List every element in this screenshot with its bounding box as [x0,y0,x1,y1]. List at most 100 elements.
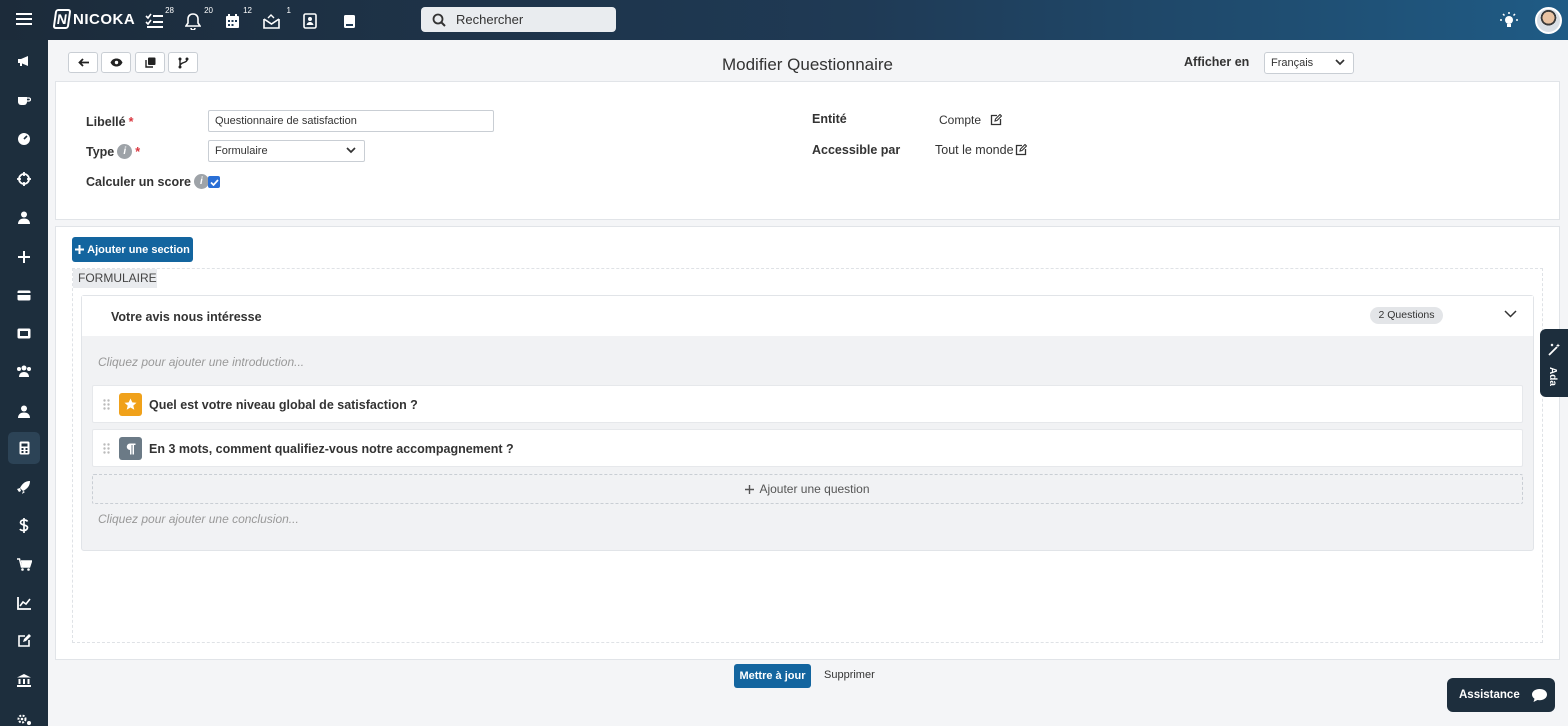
mail-icon[interactable]: 1 [260,6,291,32]
entity-value-group: Compte [939,113,1003,127]
label-field-text: Libellé [86,115,126,129]
drag-handle-icon[interactable] [103,443,110,454]
update-button[interactable]: Mettre à jour [734,664,811,688]
info-icon[interactable]: i [193,174,209,189]
check-icon [209,178,219,186]
duplicate-button[interactable] [135,52,165,73]
entity-label: Entité [812,112,847,126]
question-row[interactable]: Quel est votre niveau global de satisfac… [92,385,1523,423]
crosshair-icon[interactable] [8,163,40,195]
contacts-book-icon[interactable] [299,10,321,32]
label-field-label: Libellé * [86,115,133,129]
edit-icon[interactable] [990,114,1003,126]
chart-icon[interactable] [8,587,40,619]
plus-icon [745,484,755,494]
tasks-badge: 28 [165,6,174,15]
arrow-left-icon [77,58,89,67]
ada-label: Ada [1547,367,1558,386]
notebook-icon[interactable] [338,10,360,32]
search-icon [432,13,446,27]
add-question-button[interactable]: Ajouter une question [92,474,1523,504]
brand-logo[interactable]: N NICOKA [52,9,136,29]
chevron-down-icon [346,147,356,154]
user-icon[interactable] [8,201,40,233]
language-select[interactable]: Français [1264,52,1354,74]
ada-assistant-tab[interactable]: Ada [1540,329,1568,397]
bank-icon[interactable] [8,664,40,696]
coffee-cup-icon[interactable] [8,85,40,117]
label-input[interactable]: Questionnaire de satisfaction [208,110,494,132]
theme-lightbulb-icon[interactable] [1498,10,1520,32]
preview-button[interactable] [101,52,131,73]
code-branch-icon [178,57,188,68]
plus-icon [75,245,85,254]
edit-icon[interactable] [8,625,40,657]
access-value-group: Tout le monde [935,143,1027,157]
user-tie-icon[interactable] [8,395,40,427]
chat-bubble-icon [1531,688,1547,702]
star-icon [119,393,142,416]
section-title[interactable]: Votre avis nous intéresse [111,310,262,324]
inbox-badge: 1 [286,6,291,15]
back-button[interactable] [68,52,98,73]
access-value: Tout le monde [935,143,1014,157]
rocket-icon[interactable] [8,471,40,503]
section-header[interactable] [82,296,1533,336]
branch-button[interactable] [168,52,198,73]
bell-icon[interactable]: 20 [182,6,213,32]
access-label: Accessible par [812,143,901,157]
question-text: Quel est votre niveau global de satisfac… [149,398,418,412]
score-field-text: Calculer un score [86,174,191,189]
drag-handle-icon[interactable] [103,399,110,410]
chevron-down-icon [1335,59,1345,66]
type-select[interactable]: Formulaire [208,140,365,162]
assistance-label: Assistance [1459,689,1520,701]
score-field-label: Calculer un score i [86,174,209,189]
ticket-icon[interactable] [8,317,40,349]
chevron-down-icon[interactable] [1504,310,1517,318]
credit-card-icon[interactable] [8,279,40,311]
megaphone-icon[interactable] [8,45,40,77]
settings-gears-icon[interactable] [8,703,40,726]
brand-name: NICOKA [73,10,136,28]
add-section-button[interactable]: Ajouter une section [72,237,193,262]
shopping-cart-icon[interactable] [8,548,40,580]
magic-wand-icon [1548,343,1560,356]
tasks-icon[interactable]: 28 [143,6,174,32]
page-title: Modifier Questionnaire [721,55,894,74]
type-field-label: Type i * [86,144,140,159]
section-conclusion-placeholder[interactable]: Cliquez pour ajouter une conclusion... [98,512,299,526]
calendar-badge: 12 [243,6,252,15]
search-bar[interactable] [421,7,616,32]
info-icon[interactable]: i [117,144,133,159]
display-language-label: Afficher en [1184,55,1250,69]
dollar-icon[interactable] [8,509,40,541]
search-input[interactable] [456,12,596,27]
type-field-text: Type [86,144,115,159]
calendar-icon[interactable]: 12 [221,6,252,32]
question-count-badge: 2 Questions [1370,307,1443,324]
edit-icon[interactable] [1015,144,1027,156]
eye-icon [110,58,122,67]
users-group-icon[interactable] [8,355,40,387]
assistance-button[interactable]: Assistance [1447,678,1555,712]
required-mark: * [135,144,141,159]
dashboard-gauge-icon[interactable] [8,123,40,155]
required-mark: * [128,115,134,129]
language-select-value: Français [1271,57,1314,69]
delete-button[interactable]: Supprimer [824,669,875,681]
entity-value: Compte [939,113,982,127]
score-checkbox[interactable] [208,176,220,188]
paragraph-icon [119,437,142,460]
section-intro-placeholder[interactable]: Cliquez pour ajouter une introduction... [98,355,304,369]
type-select-value: Formulaire [215,145,268,157]
question-row[interactable]: En 3 mots, comment qualifiez-vous notre … [92,429,1523,467]
add-question-label: Ajouter une question [759,482,870,496]
menu-icon[interactable] [14,10,34,30]
user-avatar[interactable] [1535,7,1562,34]
calculator-icon[interactable] [8,432,40,464]
copy-icon [144,57,155,68]
plus-icon[interactable] [8,241,40,273]
top-bar: N NICOKA 28 20 12 1 [0,0,1568,40]
brand-logo-mark: N [52,9,72,29]
